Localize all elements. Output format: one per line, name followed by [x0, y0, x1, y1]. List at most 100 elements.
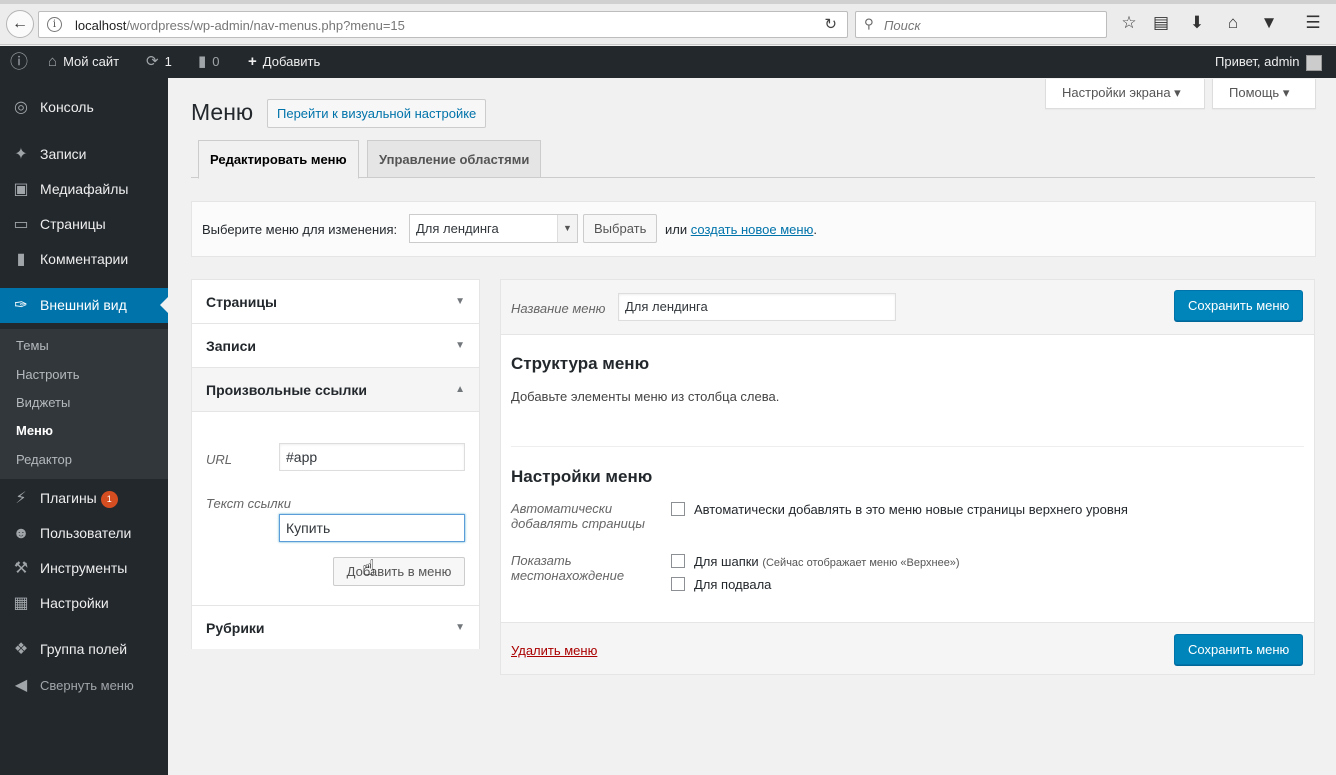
- add-menu-items-accordion: Страницы ▼ Записи ▼ Произвольные ссылки ▲ U…: [191, 279, 480, 649]
- manage-with-live-preview-button[interactable]: Перейти к визуальной настройке: [267, 99, 487, 128]
- back-button[interactable]: ←: [6, 10, 34, 38]
- sidebar-item-comments[interactable]: ▮ Комментарии: [0, 242, 168, 277]
- add-to-menu-button[interactable]: Добавить в меню: [333, 557, 465, 586]
- bookmark-star-icon[interactable]: ☆: [1118, 12, 1140, 34]
- pocket-icon[interactable]: ▼: [1258, 12, 1280, 34]
- select-menu-label: Выберите меню для изменения:: [202, 222, 398, 237]
- update-badge: 1: [100, 491, 118, 508]
- sidebar-item-dashboard[interactable]: ◎ Консоль: [0, 90, 168, 125]
- submenu-customize[interactable]: Настроить: [16, 360, 80, 389]
- hamburger-menu-icon[interactable]: ☰: [1302, 12, 1324, 34]
- location-footer-label: Для подвала: [694, 577, 772, 592]
- address-bar[interactable]: i localhost/wordpress/wp-admin/nav-menus…: [38, 11, 848, 38]
- create-new-menu-link[interactable]: создать новое меню: [691, 222, 814, 237]
- media-icon: ▣: [13, 181, 29, 198]
- delete-menu-link[interactable]: Удалить меню: [511, 643, 597, 658]
- menu-settings-title: Настройки меню: [511, 467, 653, 486]
- screen-options-button[interactable]: Настройки экрана ▾: [1045, 79, 1205, 109]
- custom-link-url-input[interactable]: #app: [279, 443, 465, 471]
- menu-name-input[interactable]: Для лендинга: [618, 293, 896, 321]
- location-footer-checkbox[interactable]: [671, 577, 685, 591]
- caret-down-icon: ▼: [455, 340, 465, 351]
- sidebar-item-media[interactable]: ▣ Медиафайлы: [0, 172, 168, 207]
- submenu-widgets[interactable]: Виджеты: [16, 388, 70, 417]
- reload-icon[interactable]: ↻: [824, 15, 837, 33]
- search-input[interactable]: ⚲ Поиск: [855, 11, 1107, 38]
- url-text: localhost/wordpress/wp-admin/nav-menus.p…: [75, 18, 405, 33]
- url-label: URL: [206, 452, 233, 467]
- caret-down-icon: ▼: [455, 622, 465, 633]
- admin-sidebar: ◎ Консоль ✦ Записи ▣ Медиафайлы ▭ Страницы ▮…: [0, 78, 168, 775]
- auto-add-option-label: Автоматически добавлять в это меню новые…: [694, 502, 1128, 517]
- submenu-editor[interactable]: Редактор: [16, 445, 72, 474]
- home-icon: ⌂: [48, 53, 58, 70]
- sidebar-item-tools[interactable]: ⚒ Инструменты: [0, 551, 168, 586]
- brush-icon: ✑: [14, 297, 28, 314]
- menu-structure-hint: Добавьте элементы меню из столбца слева.: [511, 389, 780, 404]
- sidebar-item-field-groups[interactable]: ❖ Группа полей: [0, 632, 168, 667]
- select-button[interactable]: Выбрать: [583, 214, 658, 243]
- search-placeholder: Поиск: [884, 18, 921, 33]
- home-icon[interactable]: ⌂: [1222, 12, 1244, 34]
- current-arrow: [160, 297, 168, 313]
- nav-tabs: Редактировать меню Управление областями: [191, 140, 1315, 179]
- location-header-label: Для шапки (Сейчас отображает меню «Верхн…: [694, 554, 960, 569]
- browser-toolbar: ← i localhost/wordpress/wp-admin/nav-men…: [0, 0, 1336, 45]
- plugin-icon: ⚡: [15, 490, 27, 507]
- updates-link[interactable]: ⟳ 1: [146, 46, 172, 78]
- accordion-custom-links[interactable]: Произвольные ссылки ▲: [192, 368, 479, 412]
- user-icon: ☻: [12, 525, 30, 542]
- download-icon[interactable]: ⬇: [1186, 12, 1208, 34]
- comments-link[interactable]: ▮ 0: [198, 46, 220, 78]
- menu-structure-title: Структура меню: [511, 354, 650, 373]
- save-menu-button-bottom[interactable]: Сохранить меню: [1174, 634, 1304, 665]
- menu-body: Структура меню Добавьте элементы меню из…: [501, 334, 1314, 623]
- tab-strip: [0, 0, 1336, 4]
- appearance-submenu: Темы Настроить Виджеты Меню Редактор: [0, 329, 168, 479]
- reading-list-icon[interactable]: ▤: [1150, 12, 1172, 34]
- user-greeting[interactable]: Привет, admin: [1215, 46, 1322, 78]
- sidebar-item-plugins[interactable]: ⚡ Плагины 1: [0, 481, 168, 516]
- page-icon: ▭: [13, 216, 29, 233]
- sidebar-item-posts[interactable]: ✦ Записи: [0, 137, 168, 172]
- admin-bar: ⓘ ⌂ Мой сайт ⟳ 1 ▮ 0 + Добавить Привет, admi…: [0, 46, 1336, 78]
- sidebar-item-pages[interactable]: ▭ Страницы: [0, 207, 168, 242]
- tab-edit-menus[interactable]: Редактировать меню: [198, 140, 359, 179]
- accordion-posts[interactable]: Записи ▼: [192, 324, 479, 368]
- accordion-categories[interactable]: Рубрики ▼: [192, 605, 479, 649]
- wordpress-logo-icon[interactable]: ⓘ: [10, 46, 34, 78]
- menu-select-dropdown[interactable]: Для лендинга ▼: [409, 214, 578, 243]
- collapse-icon: ◀: [14, 677, 28, 694]
- auto-add-checkbox[interactable]: [671, 502, 685, 516]
- page-title: Меню: [191, 99, 254, 125]
- divider: [511, 446, 1304, 447]
- sidebar-item-settings[interactable]: ▦ Настройки: [0, 586, 168, 621]
- link-text-label: Текст ссылки: [206, 496, 291, 511]
- menu-edit-panel: Название меню Для лендинга Сохранить мен…: [500, 279, 1315, 675]
- sidebar-item-appearance[interactable]: ✑ Внешний вид: [0, 288, 168, 323]
- site-name-link[interactable]: ⌂ Мой сайт: [48, 46, 119, 78]
- avatar: [1305, 54, 1322, 71]
- help-button[interactable]: Помощь ▾: [1212, 79, 1316, 109]
- submenu-menus[interactable]: Меню: [16, 416, 53, 445]
- create-menu-text: или создать новое меню.: [665, 222, 817, 237]
- menu-name-label: Название меню: [511, 301, 606, 316]
- custom-link-text-input[interactable]: Купить: [279, 514, 465, 542]
- location-header-checkbox[interactable]: [671, 554, 685, 568]
- auto-add-label: Автоматически добавлять страницы: [511, 501, 645, 531]
- accordion-pages[interactable]: Страницы ▼: [192, 280, 479, 324]
- caret-down-icon: ▼: [455, 296, 465, 307]
- plus-icon: +: [248, 53, 257, 70]
- submenu-themes[interactable]: Темы: [16, 331, 49, 360]
- field-group-icon: ❖: [13, 641, 29, 658]
- hand-cursor-icon: ☝: [362, 555, 376, 580]
- collapse-menu-button[interactable]: ◀ Свернуть меню: [0, 668, 168, 703]
- add-new-link[interactable]: + Добавить: [248, 46, 320, 78]
- tab-manage-locations[interactable]: Управление областями: [367, 140, 542, 178]
- comment-icon: ▮: [198, 53, 207, 70]
- display-location-label: Показать местонахождение: [511, 553, 625, 583]
- search-icon: ⚲: [864, 16, 874, 31]
- sidebar-item-users[interactable]: ☻ Пользователи: [0, 516, 168, 551]
- save-menu-button-top[interactable]: Сохранить меню: [1174, 290, 1304, 321]
- info-icon[interactable]: i: [47, 17, 62, 32]
